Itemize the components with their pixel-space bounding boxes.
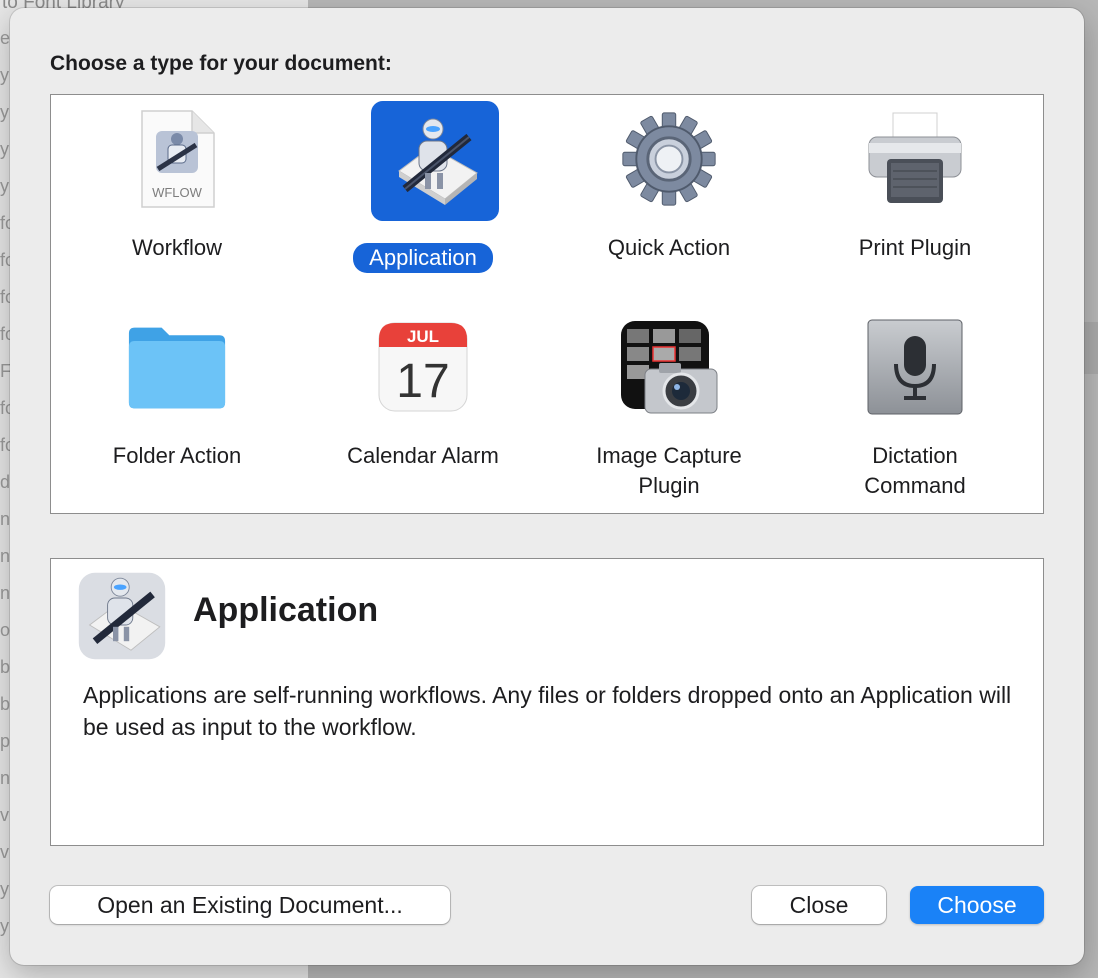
background-list-fragment: v bbox=[0, 842, 9, 862]
type-dictation-command[interactable]: Dictation Command bbox=[795, 317, 1035, 498]
type-description-panel: Application Applications are self-runnin… bbox=[50, 558, 1044, 846]
calendar-icon: JUL 17 bbox=[373, 317, 473, 417]
choose-type-prompt: Choose a type for your document: bbox=[50, 52, 392, 75]
type-label: Application bbox=[353, 243, 493, 273]
background-list-fragment: n bbox=[0, 583, 11, 603]
calendar-month: JUL bbox=[407, 327, 439, 346]
background-list-fragment: v bbox=[0, 805, 9, 825]
background-list-fragment: p bbox=[0, 731, 11, 751]
background-list-fragment: y bbox=[0, 176, 9, 196]
document-type-grid: WFLOW Workflow Application Quick Action … bbox=[50, 94, 1044, 514]
background-list-fragment: y bbox=[0, 879, 9, 899]
close-button[interactable]: Close bbox=[752, 886, 886, 924]
background-list-fragment: e bbox=[0, 28, 11, 48]
description-text: Applications are self-running workflows.… bbox=[83, 682, 1012, 740]
open-existing-document-button[interactable]: Open an Existing Document... bbox=[50, 886, 450, 924]
automator-robot-icon bbox=[77, 571, 167, 661]
new-document-sheet: Choose a type for your document: WFLOW W… bbox=[10, 8, 1084, 965]
workflow-document-icon: WFLOW bbox=[127, 109, 227, 209]
description-title: Application bbox=[193, 591, 379, 629]
background-list-fragment: n bbox=[0, 546, 11, 566]
type-image-capture-plugin[interactable]: Image Capture Plugin bbox=[549, 317, 789, 498]
type-label-line1: Dictation bbox=[872, 443, 958, 468]
gear-icon bbox=[619, 109, 719, 209]
printer-icon bbox=[865, 109, 965, 209]
background-list-fragment: y bbox=[0, 139, 9, 159]
type-label: Quick Action bbox=[607, 235, 731, 260]
choose-button[interactable]: Choose bbox=[910, 886, 1044, 924]
type-label: Workflow bbox=[131, 235, 223, 260]
type-label: Calendar Alarm bbox=[347, 443, 499, 468]
background-list-fragment: o bbox=[0, 620, 11, 640]
background-list-fragment: n bbox=[0, 509, 11, 529]
microphone-icon bbox=[865, 317, 965, 417]
type-print-plugin[interactable]: Print Plugin bbox=[795, 109, 1035, 279]
type-label: Folder Action bbox=[112, 443, 242, 468]
type-calendar-alarm[interactable]: JUL 17 Calendar Alarm bbox=[303, 317, 543, 497]
background-list-fragment: y bbox=[0, 65, 9, 85]
type-workflow[interactable]: WFLOW Workflow bbox=[57, 109, 297, 279]
background-list-fragment: b bbox=[0, 694, 11, 714]
background-list-fragment: b bbox=[0, 657, 11, 677]
type-application[interactable]: Application bbox=[303, 101, 543, 279]
type-label-line2: Command bbox=[864, 473, 966, 498]
file-type-badge: WFLOW bbox=[152, 185, 203, 200]
folder-icon bbox=[127, 317, 227, 417]
calendar-day: 17 bbox=[396, 355, 449, 408]
image-capture-camera-icon bbox=[619, 317, 719, 417]
type-label: Print Plugin bbox=[858, 235, 972, 260]
background-list-fragment: y bbox=[0, 916, 9, 936]
type-label-line1: Image Capture bbox=[596, 443, 742, 468]
background-list-fragment: y bbox=[0, 102, 9, 122]
type-folder-action[interactable]: Folder Action bbox=[57, 317, 297, 497]
automator-robot-icon bbox=[371, 101, 499, 221]
background-control bbox=[1084, 322, 1098, 374]
background-list-fragment: n bbox=[0, 768, 11, 788]
background-list-fragment: d bbox=[0, 472, 11, 492]
type-label-line2: Plugin bbox=[638, 473, 700, 498]
type-quick-action[interactable]: Quick Action bbox=[549, 109, 789, 279]
